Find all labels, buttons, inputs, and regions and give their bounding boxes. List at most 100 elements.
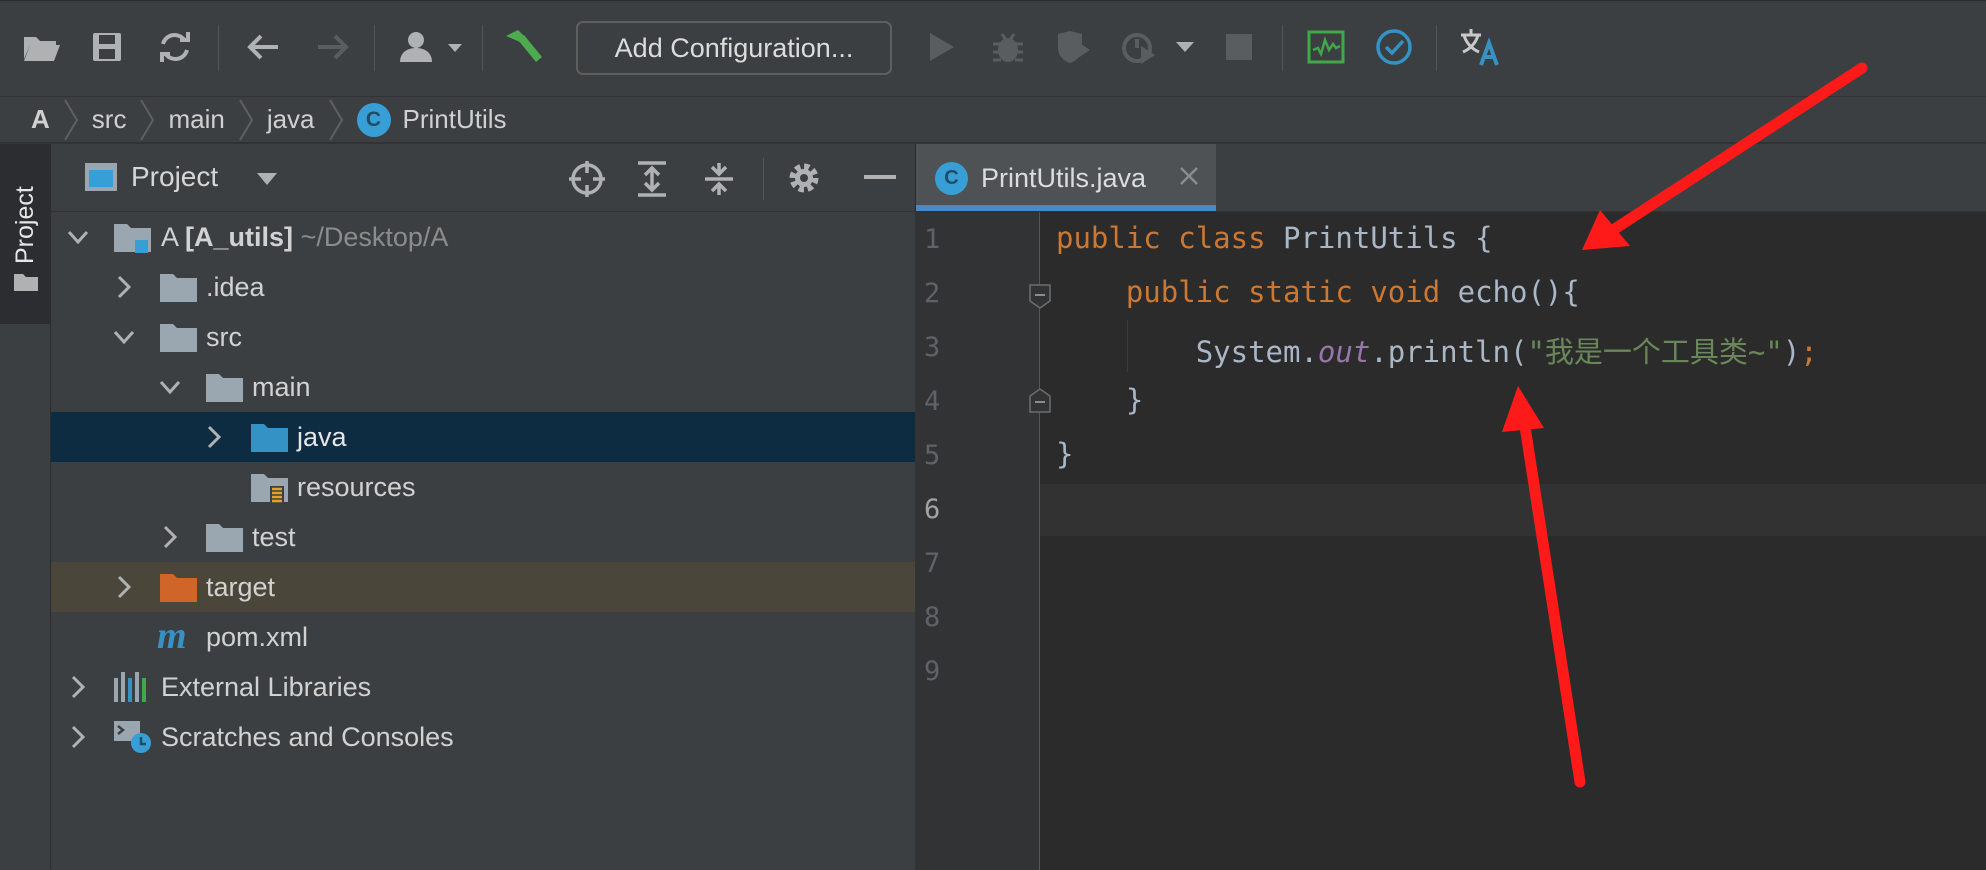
breadcrumb-item-printutils[interactable]: C PrintUtils: [356, 102, 507, 137]
tree-item-scratches[interactable]: Scratches and Consoles: [51, 712, 915, 762]
chevron-right-icon[interactable]: [113, 575, 135, 599]
excluded-folder-icon: [160, 574, 197, 602]
tree-item-java[interactable]: java: [51, 412, 915, 462]
check-icon[interactable]: [1373, 26, 1415, 68]
tree-item-idea[interactable]: .idea: [51, 262, 915, 312]
source-folder-icon: [251, 424, 288, 452]
tree-item-target[interactable]: target: [51, 562, 915, 612]
tree-item-external-libraries[interactable]: External Libraries: [51, 662, 915, 712]
code-line-3: System.out.println("我是一个工具类~");: [1056, 329, 1818, 371]
code-line-5: }: [1056, 437, 1073, 471]
back-arrow-icon[interactable]: [242, 26, 284, 68]
tree-item-main[interactable]: main: [51, 362, 915, 412]
fold-end-icon[interactable]: [1028, 388, 1052, 414]
tree-item-label: External Libraries: [161, 672, 372, 702]
chevron-right-icon[interactable]: [67, 675, 89, 699]
stop-icon: [1218, 26, 1260, 68]
breadcrumb-chevron-icon: [328, 98, 343, 141]
tree-item-label: pom.xml: [206, 622, 309, 652]
chevron-down-icon[interactable]: [113, 325, 135, 349]
line-number-current: 6: [924, 494, 941, 525]
user-dropdown-icon[interactable]: [396, 26, 466, 68]
project-panel-title[interactable]: Project: [131, 161, 218, 193]
breadcrumb-item-java[interactable]: java: [267, 104, 315, 135]
folder-icon: [160, 274, 197, 302]
brace: {: [1475, 221, 1493, 255]
collapse-all-icon[interactable]: [704, 161, 734, 197]
keyword: static: [1248, 275, 1353, 309]
tab-printutils-java[interactable]: C PrintUtils.java: [916, 144, 1216, 211]
line-number: 5: [924, 440, 941, 471]
breadcrumb-chevron-icon: [140, 98, 155, 141]
folder-icon: [14, 274, 38, 291]
tree-item-label: .idea: [206, 272, 265, 302]
chevron-down-icon[interactable]: [67, 225, 89, 249]
minimize-icon[interactable]: [864, 175, 896, 181]
tree-item-test[interactable]: test: [51, 512, 915, 562]
debug-icon: [987, 26, 1029, 68]
tree-item-src[interactable]: src: [51, 312, 915, 362]
project-tree: A [A_utils] ~/Desktop/A .idea src main j…: [51, 212, 915, 870]
tree-item-resources[interactable]: resources: [51, 462, 915, 512]
sync-icon[interactable]: [154, 26, 196, 68]
breadcrumb: A src main java C PrintUtils: [0, 97, 1986, 144]
string-literal: "我是一个工具类~": [1527, 335, 1783, 369]
chevron-right-icon[interactable]: [203, 425, 225, 449]
code-line-1: public class PrintUtils {: [1056, 221, 1493, 255]
line-number: 1: [924, 224, 941, 255]
run-dropdown-icon: [1165, 26, 1205, 68]
chevron-down-icon[interactable]: [256, 172, 278, 186]
editor-gutter: [915, 212, 1040, 870]
chevron-right-icon[interactable]: [67, 725, 89, 749]
save-icon[interactable]: [86, 26, 128, 68]
keyword: public: [1125, 275, 1231, 309]
library-icon: [114, 672, 146, 702]
tab-label: PrintUtils.java: [981, 163, 1147, 193]
tree-item-pom[interactable]: m pom.xml: [51, 612, 915, 662]
chevron-right-icon[interactable]: [159, 525, 181, 549]
locate-icon[interactable]: [569, 161, 605, 197]
gear-icon[interactable]: [786, 160, 822, 196]
tree-item-label: target: [206, 572, 276, 602]
breadcrumb-item-main[interactable]: main: [168, 104, 224, 135]
folder-icon: [206, 374, 243, 402]
chevron-right-icon[interactable]: [113, 275, 135, 299]
build-hammer-icon[interactable]: [503, 26, 545, 68]
close-icon[interactable]: [1178, 165, 1200, 187]
class-icon: C: [356, 102, 391, 137]
code-editor[interactable]: [1040, 212, 1986, 870]
breadcrumb-current-label: PrintUtils: [402, 104, 507, 134]
keyword: void: [1370, 275, 1441, 309]
open-folder-icon[interactable]: [20, 26, 62, 68]
brace: }: [1125, 383, 1144, 417]
breadcrumb-item-project[interactable]: A: [31, 104, 50, 135]
project-tool-tab-label: Project: [11, 186, 39, 264]
translate-icon[interactable]: [1458, 26, 1504, 68]
root-module: [A_utils]: [185, 222, 294, 252]
chevron-down-icon[interactable]: [159, 375, 181, 399]
punctuation: (){: [1527, 275, 1580, 309]
class-icon: C: [935, 162, 968, 195]
folder-icon: [160, 324, 197, 352]
monitor-icon[interactable]: [1305, 26, 1347, 68]
method-name: echo: [1457, 275, 1528, 309]
add-configuration-button[interactable]: Add Configuration...: [576, 21, 892, 75]
breadcrumb-chevron-icon: [238, 98, 253, 141]
profile-icon: [1118, 26, 1160, 68]
tree-item-label: Scratches and Consoles: [161, 722, 454, 752]
keyword: public: [1056, 221, 1161, 255]
tree-item-root[interactable]: A [A_utils] ~/Desktop/A: [51, 212, 915, 262]
project-view-icon: [85, 163, 117, 191]
line-number: 3: [924, 332, 941, 363]
project-tool-tab[interactable]: Project: [0, 144, 51, 324]
root-path: ~/Desktop/A: [300, 222, 449, 252]
code-token: .println(: [1370, 335, 1528, 369]
tree-item-label: java: [297, 422, 347, 452]
folder-icon: [206, 524, 243, 552]
line-number: 2: [924, 278, 941, 309]
expand-all-icon[interactable]: [637, 161, 667, 197]
fold-collapse-icon[interactable]: [1028, 283, 1052, 309]
tree-item-label: test: [252, 522, 296, 552]
code-line-4: }: [1056, 383, 1143, 417]
breadcrumb-item-src[interactable]: src: [92, 104, 127, 135]
